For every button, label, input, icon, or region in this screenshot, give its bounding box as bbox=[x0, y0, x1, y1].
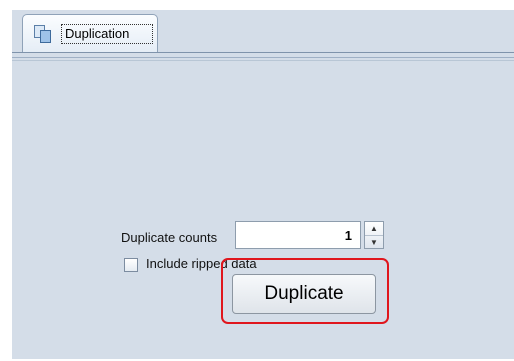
tab-divider bbox=[12, 60, 514, 61]
duplicate-button[interactable]: Duplicate bbox=[232, 274, 376, 314]
spinner-down-icon[interactable]: ▼ bbox=[365, 236, 383, 249]
include-ripped-data-label: Include ripped data bbox=[146, 256, 257, 271]
spinner-up-icon[interactable]: ▲ bbox=[365, 222, 383, 236]
include-ripped-data-checkbox[interactable] bbox=[124, 258, 138, 272]
tab-divider bbox=[12, 52, 514, 53]
copy-pages-icon bbox=[33, 24, 53, 44]
tab-label: Duplication bbox=[61, 24, 153, 44]
tab-bar: Duplication bbox=[12, 10, 514, 61]
tab-duplication[interactable]: Duplication bbox=[22, 14, 158, 52]
tab-divider bbox=[12, 57, 514, 58]
duplicate-counts-label: Duplicate counts bbox=[121, 230, 218, 245]
duplicate-counts-input[interactable] bbox=[235, 221, 361, 249]
counts-spinner[interactable]: ▲ ▼ bbox=[364, 221, 384, 249]
